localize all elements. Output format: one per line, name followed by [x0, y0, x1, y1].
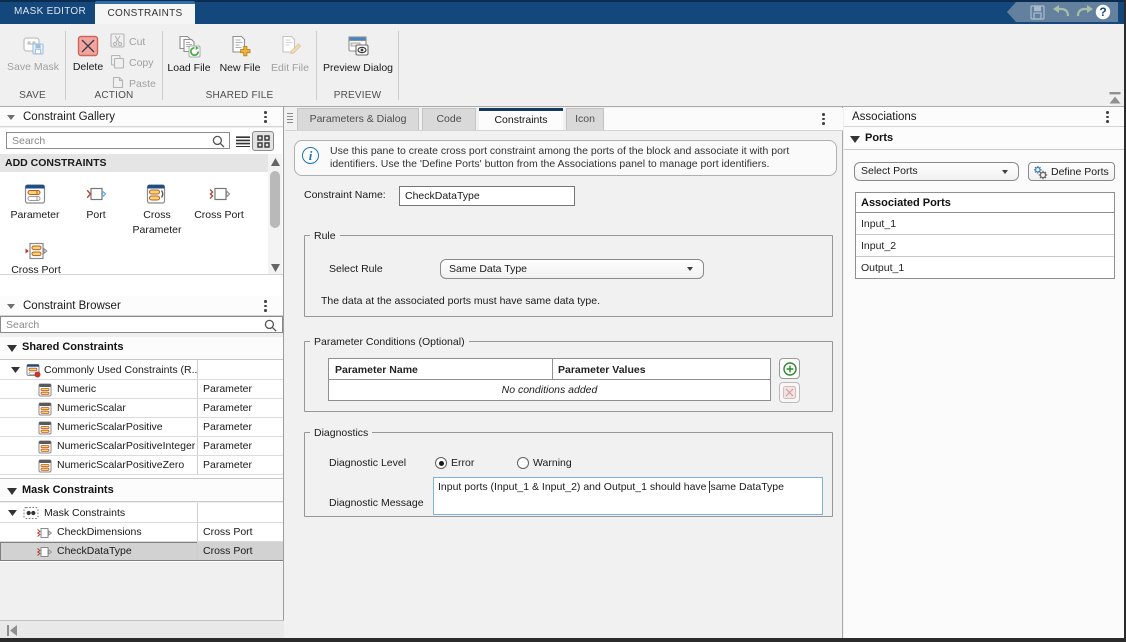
svg-text:?: ?: [1099, 5, 1106, 19]
